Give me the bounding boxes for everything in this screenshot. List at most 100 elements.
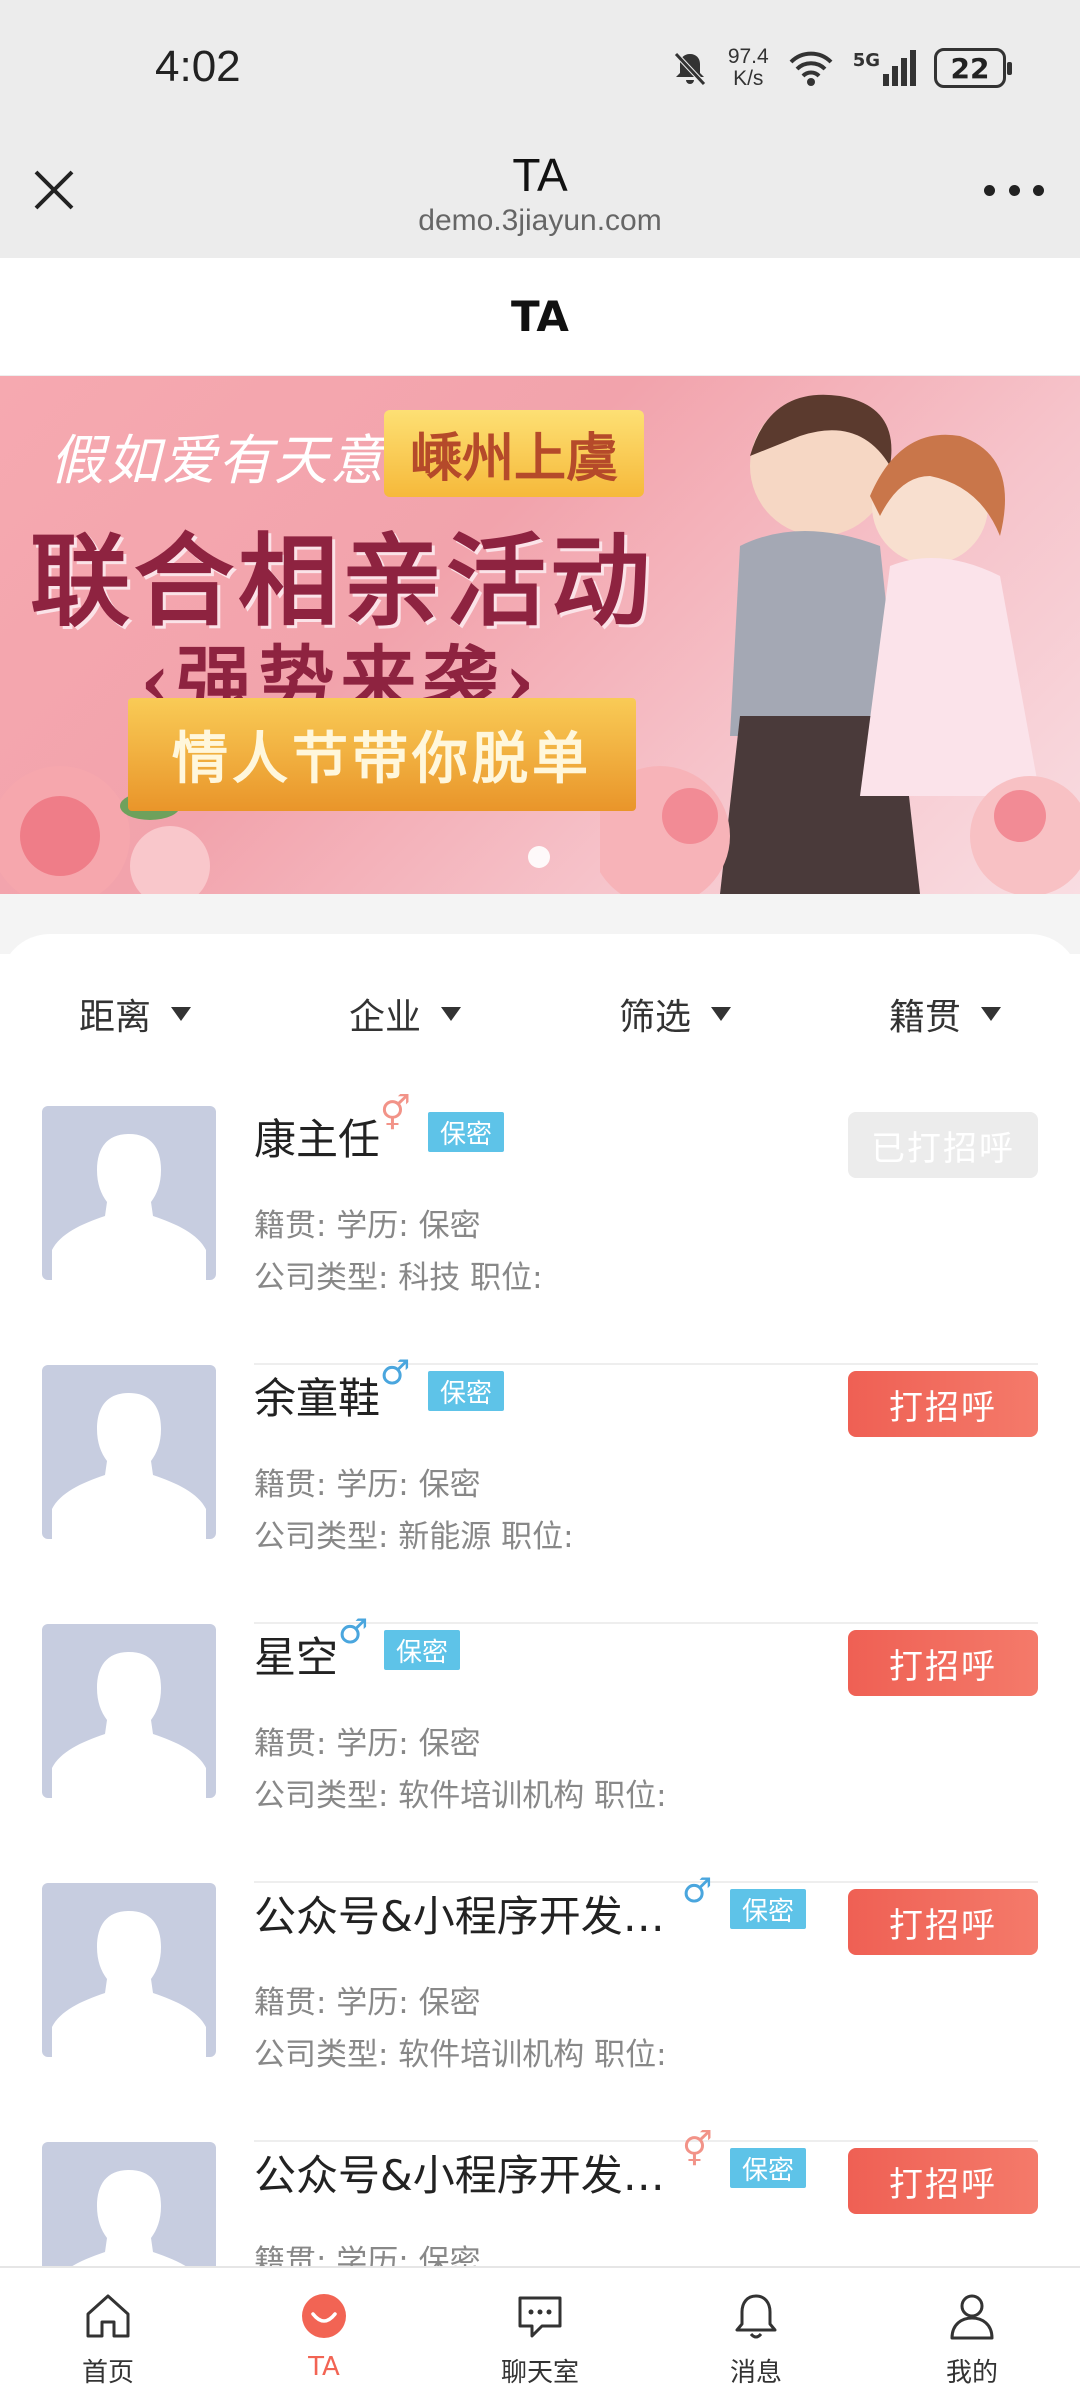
default-avatar-icon (52, 1134, 206, 1280)
avatar[interactable] (42, 1106, 216, 1280)
default-avatar-icon (52, 1911, 206, 2057)
avatar[interactable] (42, 2142, 216, 2268)
user-name[interactable]: 公众号&小程序开发… (254, 1883, 665, 1944)
user-list-item[interactable]: 公众号&小程序开发… ⚥ 保密 籍贯: 学历: 保密 打招呼 (0, 2130, 1080, 2268)
dropdown-triangle-icon (711, 1007, 731, 1021)
nav-label: 首页 (81, 2358, 134, 2388)
default-avatar-icon (52, 1652, 206, 1798)
say-hello-button[interactable]: 打招呼 (848, 1630, 1038, 1696)
male-gender-icon: ♂ (380, 1353, 411, 1393)
smile-icon (302, 2294, 346, 2338)
female-gender-icon: ⚥ (380, 1094, 411, 1134)
privacy-badge: 保密 (730, 2148, 807, 2188)
user-info-line2: 公司类型: 新能源 职位: (254, 1519, 574, 1555)
filter-hometown[interactable]: 籍贯 (810, 974, 1080, 1054)
user-info-line1: 籍贯: 学历: 保密 (254, 1208, 481, 1244)
privacy-badge: 保密 (730, 1889, 807, 1929)
filter-screen[interactable]: 筛选 (540, 974, 810, 1054)
nav-label: 我的 (945, 2358, 998, 2388)
page-url: demo.3jiayun.com (418, 204, 662, 237)
male-gender-icon: ♂ (338, 1612, 369, 1652)
dropdown-triangle-icon (441, 1007, 461, 1021)
filter-company[interactable]: 企业 (270, 974, 540, 1054)
say-hello-button[interactable]: 打招呼 (848, 1371, 1038, 1437)
network-speed-value: 97.4 (727, 45, 769, 68)
user-info-line2: 公司类型: 软件培训机构 职位: (254, 2037, 667, 2073)
user-info-line1: 籍贯: 学历: 保密 (254, 1467, 481, 1503)
nav-label: TA (308, 2352, 340, 2382)
user-list-item[interactable]: 康主任 ⚥ 保密 籍贯: 学历: 保密 公司类型: 科技 职位: 已打招呼 (0, 1094, 1080, 1365)
browser-title-bar: TA demo.3jiayun.com (0, 140, 1080, 258)
filter-bar: 距离 企业 筛选 籍贯 (0, 974, 1080, 1054)
banner-couple-illustration (600, 394, 1080, 894)
say-hello-button[interactable]: 打招呼 (848, 2148, 1038, 2214)
user-name[interactable]: 康主任 (254, 1106, 380, 1167)
default-avatar-icon (69, 2170, 189, 2268)
network-speed-unit: K/s (733, 67, 764, 90)
user-info-line1: 籍贯: 学历: 保密 (254, 2244, 481, 2268)
filter-distance[interactable]: 距离 (0, 974, 270, 1054)
dropdown-triangle-icon (171, 1007, 191, 1021)
home-icon (86, 2294, 130, 2338)
user-info-line1: 籍贯: 学历: 保密 (254, 1726, 481, 1762)
page-title: TA (512, 149, 568, 201)
wifi-icon (789, 51, 833, 86)
avatar[interactable] (42, 1365, 216, 1539)
nav-item-ta[interactable]: TA (216, 2268, 432, 2400)
user-name[interactable]: 公众号&小程序开发… (254, 2142, 665, 2203)
more-dot-icon (1033, 184, 1044, 196)
avatar[interactable] (42, 1624, 216, 1798)
male-gender-icon: ♂ (682, 1871, 713, 1911)
more-dot-icon (1008, 184, 1020, 196)
filter-label: 距离 (78, 997, 151, 1038)
user-list: 康主任 ⚥ 保密 籍贯: 学历: 保密 公司类型: 科技 职位: 已打招呼 余童… (0, 1094, 1080, 2268)
nav-label: 消息 (729, 2358, 782, 2388)
banner-pagination-dot[interactable] (528, 846, 550, 868)
battery-icon: 22 (934, 48, 1012, 88)
female-gender-icon: ⚥ (682, 2130, 713, 2170)
greeted-button[interactable]: 已打招呼 (848, 1112, 1038, 1178)
privacy-badge: 保密 (428, 1371, 505, 1411)
default-avatar-icon (52, 1393, 206, 1539)
page-header-title: TA (511, 292, 569, 341)
network-type: 5G (852, 50, 880, 71)
status-bar: 4:02 97.4 K/s 5G 22 (0, 0, 1080, 140)
privacy-badge: 保密 (428, 1112, 505, 1152)
user-icon (950, 2294, 994, 2340)
more-dot-icon (984, 184, 995, 196)
filter-label: 籍贯 (888, 997, 961, 1038)
user-info-line2: 公司类型: 软件培训机构 职位: (254, 1778, 667, 1814)
say-hello-button[interactable]: 打招呼 (848, 1889, 1038, 1955)
privacy-badge: 保密 (384, 1630, 461, 1670)
filter-label: 企业 (348, 997, 421, 1038)
dropdown-triangle-icon (981, 1007, 1001, 1021)
filter-label: 筛选 (618, 997, 691, 1038)
more-options-button[interactable] (984, 170, 1044, 210)
nav-label: 聊天室 (500, 2358, 579, 2388)
user-name[interactable]: 余童鞋 (254, 1365, 380, 1426)
mute-bell-icon (673, 52, 706, 86)
cell-signal-icon: 5G (853, 50, 916, 86)
page-header: TA (0, 258, 1080, 376)
bell-icon (735, 2294, 777, 2339)
battery-level: 22 (950, 51, 990, 85)
avatar[interactable] (42, 1883, 216, 2057)
user-list-item[interactable]: 公众号&小程序开发… ♂ 保密 籍贯: 学历: 保密 公司类型: 软件培训机构 … (0, 1871, 1080, 2142)
bottom-nav: 首页 TA 聊天室 消息 我的 (0, 2266, 1080, 2400)
banner-ribbon: 情人节带你脱单 (128, 698, 636, 811)
user-name[interactable]: 星空 (254, 1624, 338, 1685)
chat-icon (518, 2296, 562, 2338)
user-info-line2: 公司类型: 科技 职位: (254, 1260, 543, 1296)
promo-banner[interactable]: 假如爱有天意、 嵊州上虞 联合相亲活动 ‹强势来袭› 情人节带你脱单 (0, 376, 1080, 894)
nav-item-chatroom[interactable]: 聊天室 (432, 2268, 648, 2400)
nav-item-messages[interactable]: 消息 (648, 2268, 864, 2400)
user-list-item[interactable]: 余童鞋 ♂ 保密 籍贯: 学历: 保密 公司类型: 新能源 职位: 打招呼 (0, 1353, 1080, 1624)
banner-location-tag: 嵊州上虞 (384, 410, 645, 497)
status-time: 4:02 (155, 42, 241, 91)
user-list-item[interactable]: 星空 ♂ 保密 籍贯: 学历: 保密 公司类型: 软件培训机构 职位: 打招呼 (0, 1612, 1080, 1883)
nav-item-home[interactable]: 首页 (0, 2268, 216, 2400)
user-info-line1: 籍贯: 学历: 保密 (254, 1985, 481, 2021)
nav-item-profile[interactable]: 我的 (864, 2268, 1080, 2400)
content-panel: 距离 企业 筛选 籍贯 康主任 ⚥ 保密 籍贯: 学历: 保密 公司类型: 科技… (0, 934, 1080, 2268)
network-speed: 97.4 K/s (728, 46, 769, 90)
